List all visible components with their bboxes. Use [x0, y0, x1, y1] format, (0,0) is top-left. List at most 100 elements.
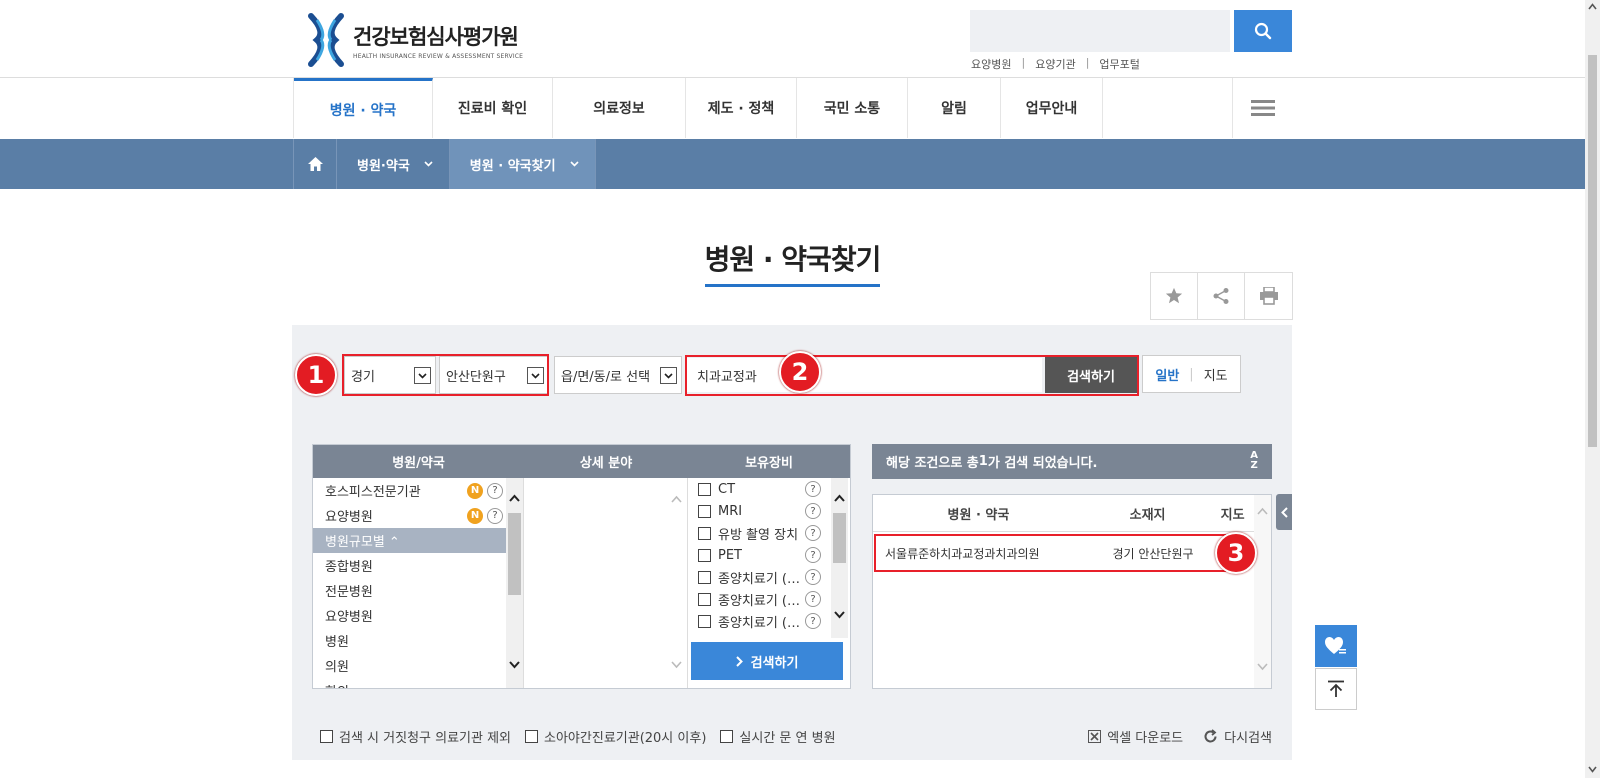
category-item[interactable]: 호스피스전문기관 N ? [313, 478, 523, 503]
category-item[interactable]: 요양병원 [313, 603, 523, 628]
checkbox[interactable] [698, 592, 711, 606]
gnb-item-notice[interactable]: 알림 [908, 78, 1001, 138]
collapse-panel-button[interactable] [1276, 494, 1292, 530]
option-realtime-open[interactable]: 실시간 문 연 병원 [720, 727, 836, 746]
checkbox[interactable] [698, 482, 711, 496]
separator: | [1189, 366, 1194, 382]
favorite-button[interactable] [1151, 273, 1198, 319]
excel-icon [1088, 729, 1102, 743]
category-item[interactable]: 의원 [313, 653, 523, 678]
gnb-item-communication[interactable]: 국민 소통 [797, 78, 908, 138]
equipment-item[interactable]: 종양치료기 (…? [688, 566, 850, 588]
category-item[interactable]: 요양병원 N ? [313, 503, 523, 528]
help-icon[interactable]: ? [805, 569, 821, 585]
filter-panel: 병원/약국 상세 분야 보유장비 호스피스전문기관 N ? 요양병원 N ? 병… [312, 444, 851, 689]
equipment-item[interactable]: MRI? [688, 500, 850, 522]
result-scrollbar[interactable] [1254, 495, 1271, 688]
research-label: 다시검색 [1224, 730, 1272, 746]
option-exclude-fraud[interactable]: 검색 시 거짓청구 의료기관 제외 [320, 727, 511, 746]
category-scrollbar[interactable] [506, 478, 523, 688]
option-pediatric-night[interactable]: 소아야간진료기관(20시 이후) [525, 727, 706, 746]
breadcrumb-level2-label: 병원 · 약국찾기 [469, 158, 556, 174]
gnb-item-hospital-pharmacy[interactable]: 병원 · 약국 [294, 78, 433, 138]
filter-header: 병원/약국 상세 분야 보유장비 [313, 445, 850, 478]
category-label: 호스피스전문기관 [325, 485, 421, 500]
site-search-button[interactable] [1234, 10, 1292, 52]
category-group-label: 병원규모별 ⌃ [325, 535, 400, 550]
emd-select[interactable]: 읍/면/동/로 선택 [554, 356, 682, 394]
scroll-to-top-button[interactable] [1315, 668, 1357, 710]
site-logo[interactable]: 건강보험심사평가원 HEALTH INSURANCE REVIEW & ASSE… [307, 12, 523, 68]
equipment-list: CT? MRI? 유방 촬영 장치? PET? 종양치료기 (…? 종양치료기 … [688, 478, 850, 688]
excel-download-button[interactable]: 엑셀 다운로드 [1088, 727, 1183, 746]
checkbox[interactable] [698, 526, 711, 540]
help-icon[interactable]: ? [487, 482, 503, 499]
category-group-header[interactable]: 병원규모별 ⌃ [313, 528, 506, 553]
print-button[interactable] [1245, 273, 1292, 319]
help-icon[interactable]: ? [487, 507, 503, 524]
all-menu-button[interactable] [1232, 78, 1292, 138]
home-button[interactable] [293, 139, 337, 189]
share-button[interactable] [1198, 273, 1245, 319]
equipment-label: 유방 촬영 장치 [718, 527, 799, 543]
help-icon[interactable]: ? [805, 503, 821, 519]
checkbox[interactable] [698, 548, 711, 562]
help-icon[interactable]: ? [805, 547, 821, 563]
help-icon[interactable]: ? [805, 525, 821, 541]
excel-download-label: 엑셀 다운로드 [1107, 730, 1184, 746]
checkbox[interactable] [320, 729, 333, 743]
quick-link-nursing-hospital[interactable]: 요양병원 [971, 56, 1011, 72]
chevron-up-icon [1257, 507, 1268, 515]
help-icon[interactable]: ? [805, 481, 821, 497]
scroll-thumb[interactable] [508, 513, 521, 595]
equipment-scrollbar[interactable] [831, 478, 848, 638]
chevron-down-icon [1588, 766, 1597, 773]
share-icon [1213, 288, 1229, 304]
checkbox[interactable] [720, 729, 734, 743]
equipment-label: MRI [718, 503, 743, 519]
view-map-tab[interactable]: 지도 [1204, 365, 1228, 384]
quick-links: 요양병원 | 요양기관 | 업무포털 [971, 56, 1140, 72]
scroll-thumb[interactable] [833, 513, 846, 563]
result-summary-post: 가 검색 되었습니다. [987, 456, 1098, 471]
breadcrumb-level1[interactable]: 병원·약국 [337, 139, 450, 189]
gnb-item-business-guide[interactable]: 업무안내 [1001, 78, 1103, 138]
filter-search-button[interactable]: 검색하기 [691, 642, 843, 680]
gnb-item-policy[interactable]: 제도 · 정책 [686, 78, 797, 138]
separator: | [1021, 56, 1026, 69]
equipment-item[interactable]: 종양치료기 (…? [688, 610, 850, 632]
category-item[interactable]: 한의 [313, 678, 523, 688]
checkbox[interactable] [698, 614, 711, 628]
page-title-wrap: 병원 · 약국찾기 [0, 238, 1585, 287]
equipment-label: 종양치료기 (… [718, 571, 801, 587]
quick-link-work-portal[interactable]: 업무포털 [1099, 56, 1139, 72]
equipment-item[interactable]: CT? [688, 478, 850, 500]
equipment-item[interactable]: 종양치료기 (…? [688, 588, 850, 610]
page-scrollbar[interactable] [1585, 0, 1600, 778]
help-icon[interactable]: ? [805, 591, 821, 607]
brand-name: 건강보험심사평가원 [353, 24, 519, 49]
category-item[interactable]: 전문병원 [313, 578, 523, 603]
checkbox[interactable] [698, 504, 711, 518]
filter-header-equipment: 보유장비 [745, 456, 793, 471]
checkbox[interactable] [698, 570, 711, 584]
research-button[interactable]: 다시검색 [1203, 727, 1272, 746]
checkbox[interactable] [525, 729, 539, 743]
chevron-down-icon [509, 661, 520, 669]
help-icon[interactable]: ? [805, 613, 821, 629]
quick-link-medical-institution[interactable]: 요양기관 [1035, 56, 1075, 72]
equipment-item[interactable]: 유방 촬영 장치? [688, 522, 850, 544]
sort-az-icon[interactable]: A Z [1250, 451, 1258, 471]
result-col-map: 지도 [1220, 507, 1245, 523]
equipment-item[interactable]: PET? [688, 544, 850, 566]
gnb-item-treatment-cost[interactable]: 진료비 확인 [433, 78, 553, 138]
category-item[interactable]: 종합병원 [313, 553, 523, 578]
scroll-thumb[interactable] [1588, 55, 1597, 447]
breadcrumb-level2[interactable]: 병원 · 약국찾기 [449, 139, 596, 189]
view-normal-tab[interactable]: 일반 [1155, 365, 1179, 384]
chevron-down-icon [834, 611, 845, 619]
category-item[interactable]: 병원 [313, 628, 523, 653]
gnb-item-medical-info[interactable]: 의료정보 [553, 78, 686, 138]
floating-favorite-button[interactable] [1315, 625, 1357, 667]
site-search-input[interactable] [970, 10, 1230, 52]
